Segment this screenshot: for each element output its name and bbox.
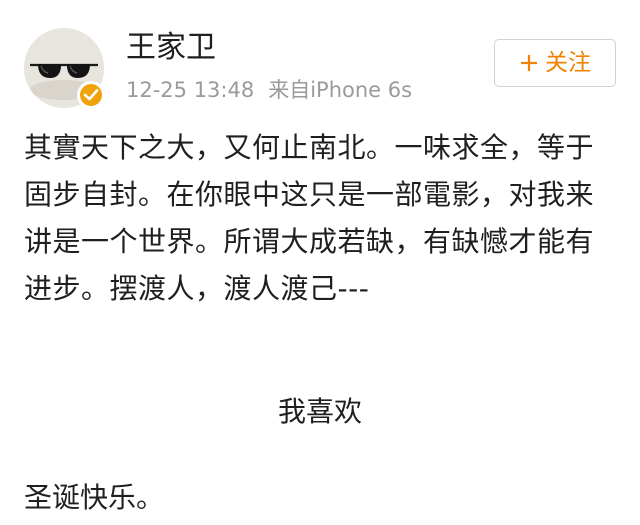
post-timestamp: 12-25 13:48 — [126, 78, 255, 102]
follow-button-label: 关注 — [545, 50, 591, 76]
plus-icon — [521, 55, 537, 71]
post-paragraph: 其實天下之大，又何止南北。一味求全，等于固步自封。在你眼中这只是一部電影，对我来… — [24, 131, 595, 305]
author-avatar[interactable] — [24, 28, 105, 109]
post-centered-line: 我喜欢 — [277, 395, 362, 428]
post-meta: 12-25 13:48 来自iPhone 6s — [126, 76, 412, 104]
post-source: 来自iPhone 6s — [268, 78, 413, 102]
post-content: 其實天下之大，又何止南北。一味求全，等于固步自封。在你眼中这只是一部電影，对我来… — [24, 124, 620, 312]
post-closing-line: 圣诞快乐。 — [24, 481, 165, 514]
follow-button[interactable]: 关注 — [494, 39, 616, 87]
verified-badge-icon — [77, 81, 105, 109]
post-header: 王家卫 12-25 13:48 来自iPhone 6s 关注 — [0, 0, 640, 120]
author-name[interactable]: 王家卫 — [126, 30, 216, 66]
